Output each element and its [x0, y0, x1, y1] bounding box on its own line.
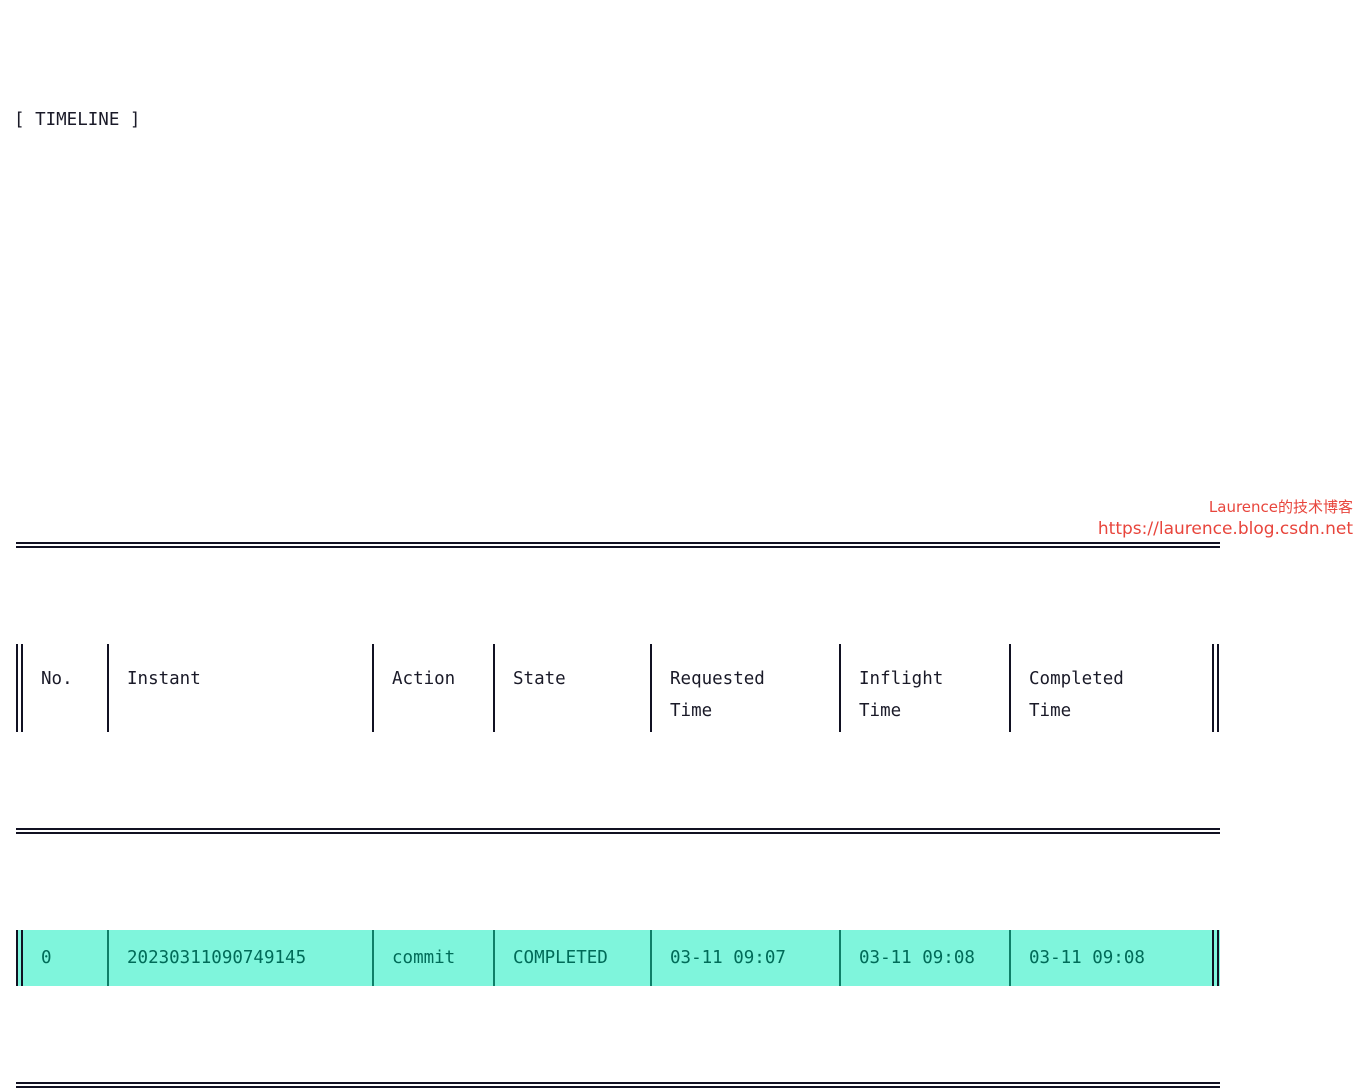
column-header-no-line1: No.	[41, 669, 73, 689]
timeline-section-label: [ TIMELINE ]	[14, 110, 141, 130]
table-left-edge	[16, 644, 23, 732]
column-header-inflight-line2: Time	[859, 701, 902, 721]
column-header-inflight-time: Inflight Time	[841, 644, 1009, 732]
cell-instant: 20230311090749145	[109, 930, 372, 986]
cell-completed-time: 03-11 09:08	[1011, 930, 1212, 986]
timeline-table: No. Instant Action State Requested Time …	[16, 446, 1220, 1092]
column-header-requested-time: Requested Time	[652, 644, 839, 732]
table-right-edge	[1212, 644, 1219, 732]
column-header-instant-line2	[127, 695, 372, 727]
table-bottom-border	[16, 1082, 1220, 1088]
column-header-action-line2	[392, 695, 493, 727]
cell-no: 0	[23, 930, 107, 986]
cell-inflight-time: 03-11 09:08	[841, 930, 1009, 986]
column-header-no: No.	[23, 644, 107, 732]
column-header-instant-line1: Instant	[127, 669, 201, 689]
cell-state: COMPLETED	[495, 930, 650, 986]
column-header-state: State	[495, 644, 650, 732]
column-header-completed-line2: Time	[1029, 701, 1072, 721]
column-header-state-line1: State	[513, 669, 566, 689]
column-header-requested-line2: Time	[670, 701, 713, 721]
column-header-state-line2	[513, 695, 650, 727]
column-header-instant: Instant	[109, 644, 372, 732]
column-header-no-line2	[41, 695, 107, 727]
column-header-action: Action	[374, 644, 493, 732]
table-header-divider	[16, 828, 1220, 834]
column-header-completed-line1: Completed	[1029, 669, 1124, 689]
column-header-action-line1: Action	[392, 669, 456, 689]
table-right-edge	[1212, 930, 1219, 986]
cell-requested-time: 03-11 09:07	[652, 930, 839, 986]
cell-action: commit	[374, 930, 493, 986]
column-header-inflight-line1: Inflight	[859, 669, 944, 689]
table-header-row: No. Instant Action State Requested Time …	[16, 644, 1220, 732]
column-header-completed-time: Completed Time	[1011, 644, 1212, 732]
console-output: [ TIMELINE ] No. Instant Action State Re…	[14, 8, 1220, 1092]
table-left-edge	[16, 930, 23, 986]
column-header-requested-line1: Requested	[670, 669, 765, 689]
table-top-border	[16, 542, 1220, 548]
table-row[interactable]: 0 20230311090749145 commit COMPLETED 03-…	[16, 930, 1220, 986]
